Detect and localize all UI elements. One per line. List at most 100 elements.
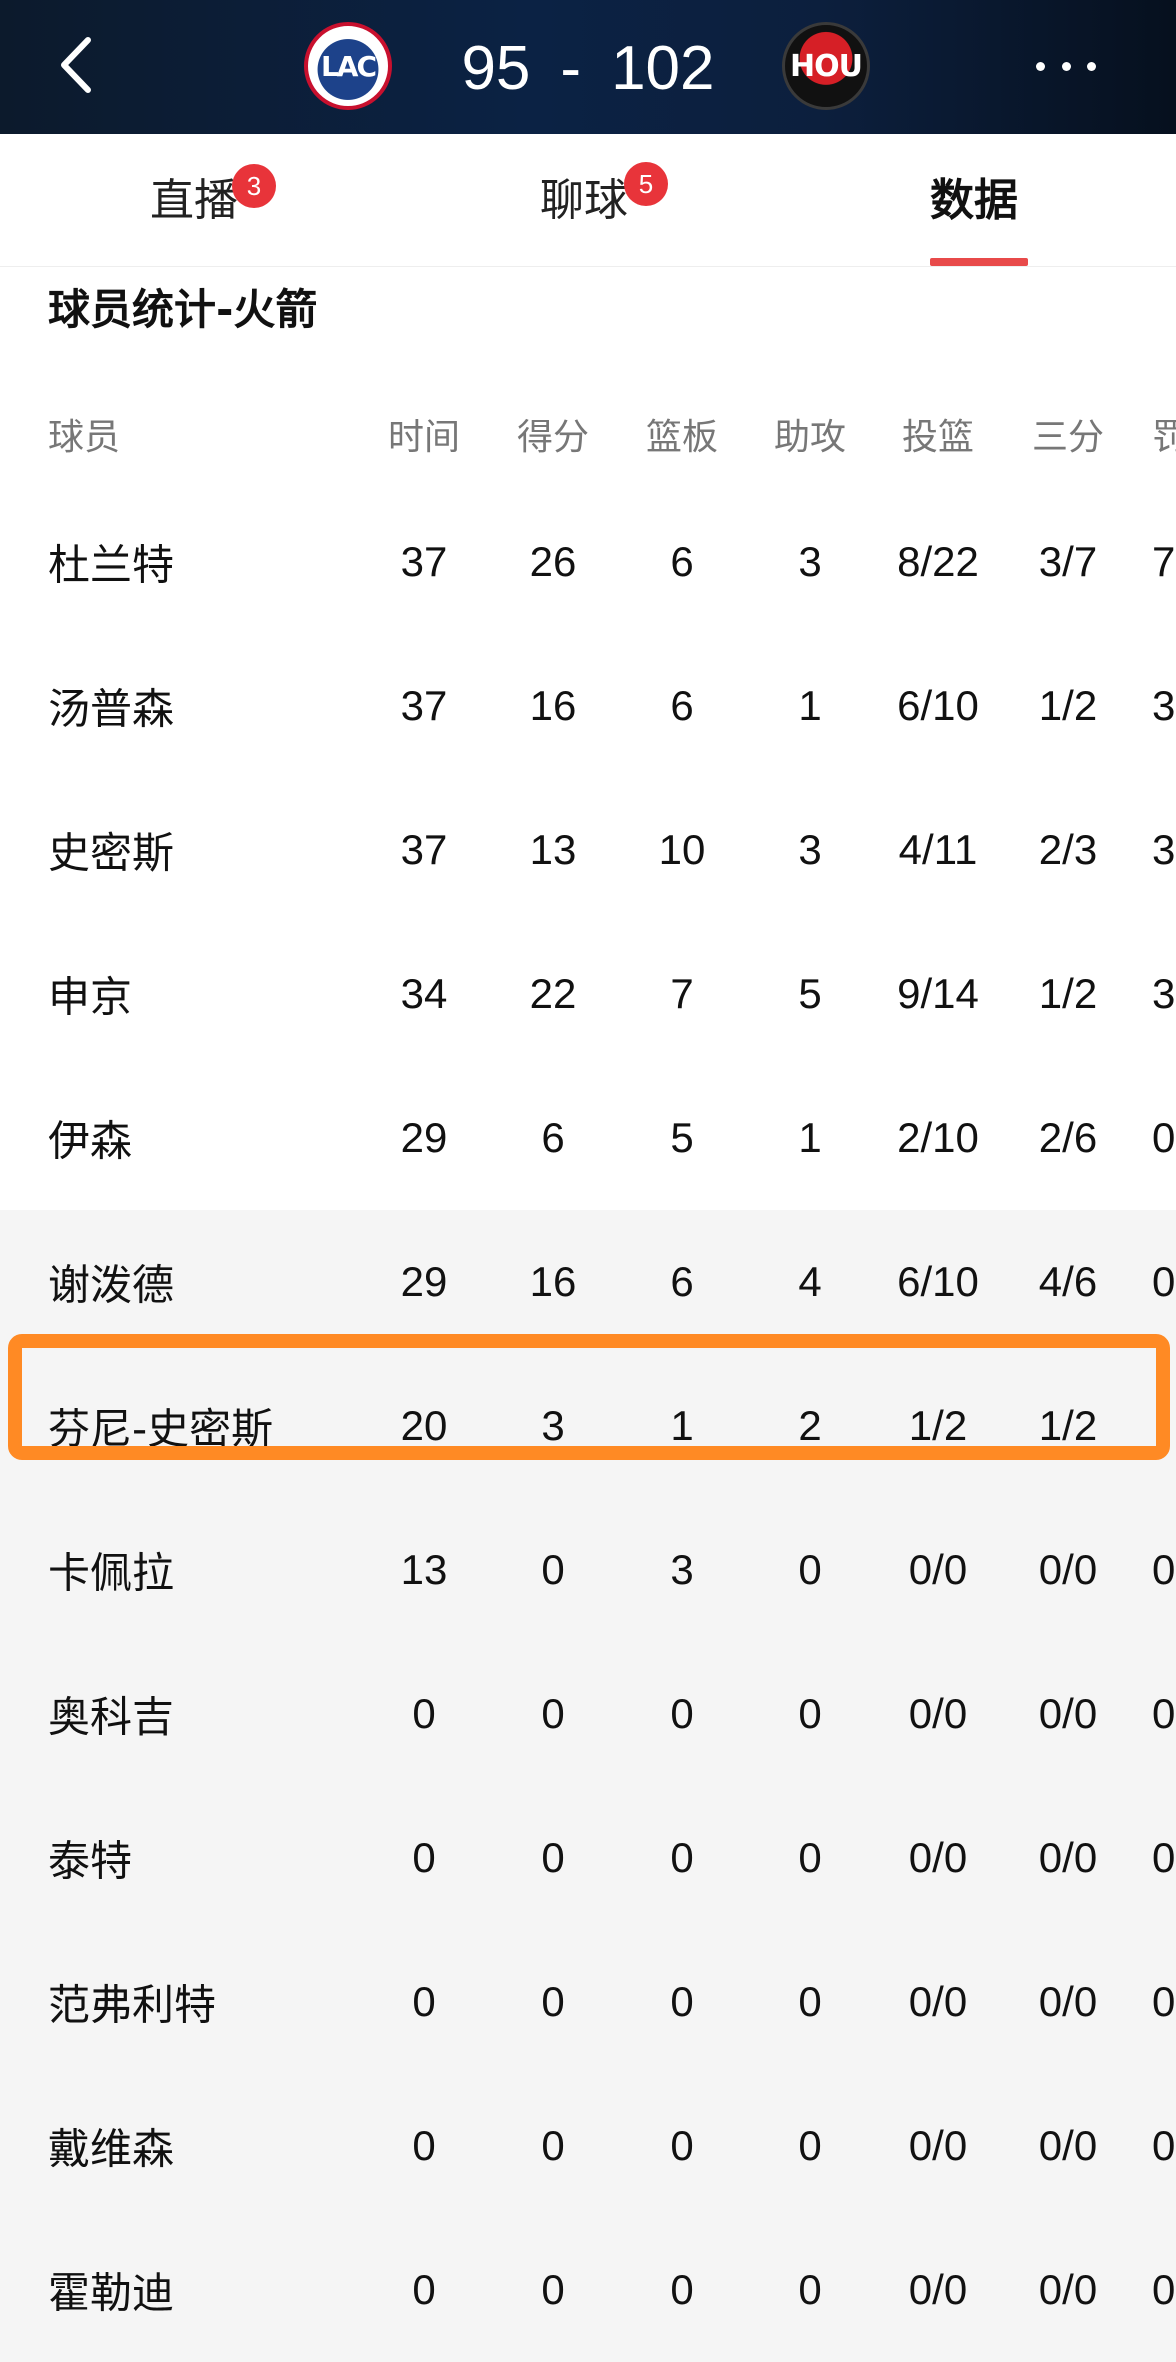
table-row[interactable]: 泰特 0 0 0 0 0/0 0/0 0 bbox=[0, 1786, 1176, 1930]
stat-points: 0 bbox=[541, 1834, 565, 1881]
stat-minutes: 0 bbox=[412, 1690, 436, 1737]
stat-three-pointers: 0/0 bbox=[1038, 1546, 1098, 1593]
tab-live[interactable]: 直播 bbox=[150, 164, 238, 228]
stat-points: 16 bbox=[529, 1258, 577, 1305]
stat-three-pointers: 1/2 bbox=[1038, 1402, 1098, 1449]
player-name: 范弗利特 bbox=[48, 1980, 217, 2030]
stat-rebounds: 6 bbox=[670, 1258, 694, 1305]
table-row[interactable]: 芬尼-史密斯 20 3 1 2 1/2 1/2 bbox=[0, 1354, 1176, 1498]
stat-three-pointers: 3/7 bbox=[1038, 538, 1098, 585]
stat-points: 3 bbox=[541, 1402, 565, 1449]
away-team-logo[interactable]: LAC bbox=[304, 22, 392, 110]
table-row[interactable]: 申京 34 22 7 5 9/14 1/2 3 bbox=[0, 922, 1176, 1066]
stat-points: 16 bbox=[529, 682, 577, 729]
stat-rebounds: 1 bbox=[670, 1402, 694, 1449]
table-row[interactable]: 杜兰特 37 26 6 3 8/22 3/7 7 bbox=[0, 490, 1176, 634]
score-separator: - bbox=[560, 33, 582, 103]
col-minutes[interactable]: 时间 bbox=[364, 408, 484, 460]
stat-minutes: 0 bbox=[412, 2266, 436, 2313]
stat-points: 0 bbox=[541, 2122, 565, 2169]
stat-assists: 0 bbox=[798, 1690, 822, 1737]
stat-three-pointers: 0/0 bbox=[1038, 1690, 1098, 1737]
player-name: 戴维森 bbox=[48, 2124, 175, 2174]
stat-minutes: 0 bbox=[412, 1834, 436, 1881]
stat-free-throws: 0 bbox=[1152, 1258, 1176, 1305]
table-row[interactable]: 奥科吉 0 0 0 0 0/0 0/0 0 bbox=[0, 1642, 1176, 1786]
stat-three-pointers: 0/0 bbox=[1038, 1834, 1098, 1881]
tab-chat[interactable]: 聊球 bbox=[540, 164, 628, 228]
stat-points: 13 bbox=[529, 826, 577, 873]
table-row[interactable]: 史密斯 37 13 10 3 4/11 2/3 3 bbox=[0, 778, 1176, 922]
player-name: 伊森 bbox=[48, 1116, 133, 1166]
stat-field-goals: 0/0 bbox=[908, 1546, 968, 1593]
stat-minutes: 37 bbox=[400, 538, 448, 585]
col-assists[interactable]: 助攻 bbox=[750, 408, 870, 460]
stat-free-throws: 0 bbox=[1152, 1546, 1176, 1593]
stat-three-pointers: 0/0 bbox=[1038, 2122, 1098, 2169]
stat-points: 0 bbox=[541, 1546, 565, 1593]
player-name: 史密斯 bbox=[48, 828, 175, 878]
table-row[interactable]: 霍勒迪 0 0 0 0 0/0 0/0 0 bbox=[0, 2218, 1176, 2362]
stat-field-goals: 9/14 bbox=[897, 970, 979, 1017]
stat-points: 26 bbox=[529, 538, 577, 585]
stat-free-throws: 0 bbox=[1152, 2122, 1176, 2169]
player-name: 申京 bbox=[48, 972, 133, 1022]
home-team-logo[interactable]: HOU bbox=[782, 22, 870, 110]
table-row[interactable]: 范弗利特 0 0 0 0 0/0 0/0 0 bbox=[0, 1930, 1176, 2074]
player-stats-table: 球员 时间 得分 篮板 助攻 投篮 三分 罚 杜兰特 37 26 6 3 8/22 3/7 7… bbox=[0, 370, 1176, 2362]
stat-assists: 1 bbox=[798, 1114, 822, 1161]
col-free-throws[interactable]: 罚 bbox=[1152, 408, 1176, 460]
col-player[interactable]: 球员 bbox=[48, 408, 120, 460]
stat-minutes: 29 bbox=[400, 1258, 448, 1305]
stat-rebounds: 10 bbox=[658, 826, 706, 873]
col-rebounds[interactable]: 篮板 bbox=[622, 408, 742, 460]
stat-points: 6 bbox=[541, 1114, 565, 1161]
score-display: 95 - 102 bbox=[420, 28, 756, 108]
stat-minutes: 0 bbox=[412, 2122, 436, 2169]
table-row[interactable]: 谢泼德 29 16 6 4 6/10 4/6 0 bbox=[0, 1210, 1176, 1354]
stat-free-throws: 0 bbox=[1152, 1834, 1176, 1881]
stat-minutes: 29 bbox=[400, 1114, 448, 1161]
stat-assists: 3 bbox=[798, 826, 822, 873]
table-row[interactable]: 戴维森 0 0 0 0 0/0 0/0 0 bbox=[0, 2074, 1176, 2218]
stat-minutes: 20 bbox=[400, 1402, 448, 1449]
stat-assists: 0 bbox=[798, 1546, 822, 1593]
home-score: 102 bbox=[611, 33, 715, 103]
stat-minutes: 37 bbox=[400, 826, 448, 873]
stat-field-goals: 0/0 bbox=[908, 2122, 968, 2169]
stat-rebounds: 0 bbox=[670, 1978, 694, 2025]
stat-free-throws: 3 bbox=[1152, 682, 1176, 729]
chat-badge: 5 bbox=[624, 162, 668, 206]
stat-assists: 0 bbox=[798, 1978, 822, 2025]
col-three-pointers[interactable]: 三分 bbox=[1008, 408, 1128, 460]
stat-free-throws: 0 bbox=[1152, 1978, 1176, 2025]
stat-free-throws: 3 bbox=[1152, 970, 1176, 1017]
tab-data[interactable]: 数据 bbox=[930, 164, 1018, 228]
back-icon[interactable] bbox=[52, 30, 112, 100]
player-name: 奥科吉 bbox=[48, 1692, 175, 1742]
stat-assists: 5 bbox=[798, 970, 822, 1017]
stat-points: 0 bbox=[541, 2266, 565, 2313]
player-name: 泰特 bbox=[48, 1836, 133, 1886]
away-score: 95 bbox=[461, 33, 531, 103]
stat-three-pointers: 1/2 bbox=[1038, 682, 1098, 729]
stat-three-pointers: 0/0 bbox=[1038, 2266, 1098, 2313]
stat-rebounds: 0 bbox=[670, 2266, 694, 2313]
col-field-goals[interactable]: 投篮 bbox=[878, 408, 998, 460]
game-header: LAC 95 - 102 HOU bbox=[0, 0, 1176, 134]
more-icon[interactable] bbox=[1036, 56, 1096, 76]
stat-rebounds: 5 bbox=[670, 1114, 694, 1161]
stat-free-throws: 7 bbox=[1152, 538, 1176, 585]
table-header: 球员 时间 得分 篮板 助攻 投篮 三分 罚 bbox=[0, 370, 1176, 490]
stat-assists: 4 bbox=[798, 1258, 822, 1305]
table-row[interactable]: 卡佩拉 13 0 3 0 0/0 0/0 0 bbox=[0, 1498, 1176, 1642]
table-row[interactable]: 伊森 29 6 5 1 2/10 2/6 0 bbox=[0, 1066, 1176, 1210]
active-tab-indicator bbox=[930, 258, 1028, 266]
col-points[interactable]: 得分 bbox=[493, 408, 613, 460]
stat-rebounds: 0 bbox=[670, 1690, 694, 1737]
player-name: 芬尼-史密斯 bbox=[48, 1404, 274, 1454]
table-row[interactable]: 汤普森 37 16 6 1 6/10 1/2 3 bbox=[0, 634, 1176, 778]
stat-field-goals: 2/10 bbox=[897, 1114, 979, 1161]
stat-field-goals: 0/0 bbox=[908, 1978, 968, 2025]
stat-rebounds: 3 bbox=[670, 1546, 694, 1593]
